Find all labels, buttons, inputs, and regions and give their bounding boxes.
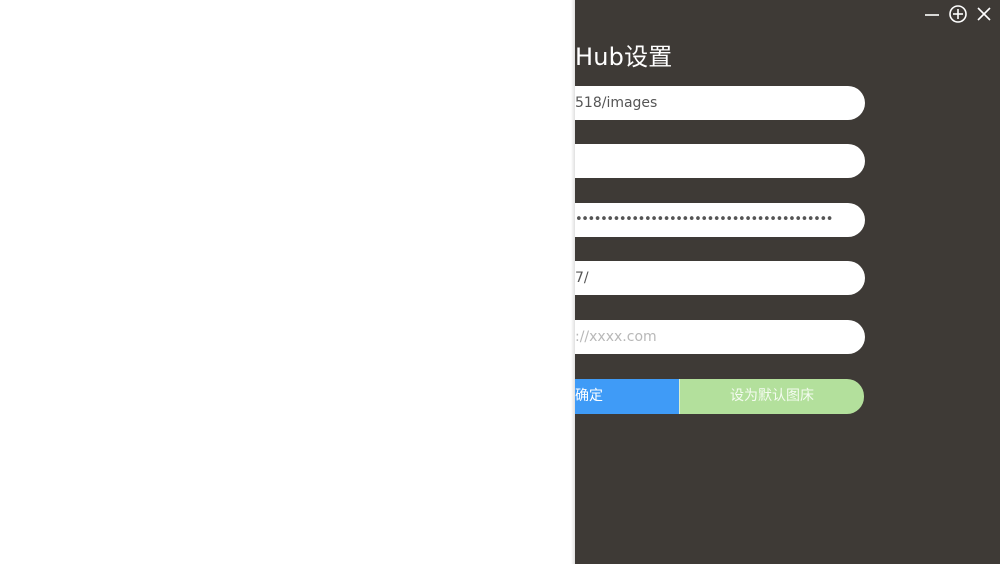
minimize-button[interactable] (922, 4, 942, 24)
token-masked-value: ••••••••••••••••••••••••••••••••••••••••… (575, 212, 833, 227)
path-field[interactable] (575, 261, 865, 295)
custom-domain-field[interactable] (575, 320, 865, 354)
path-input[interactable] (575, 261, 865, 295)
repo-path-input[interactable] (575, 86, 865, 120)
token-field[interactable]: ••••••••••••••••••••••••••••••••••••••••… (575, 203, 865, 237)
custom-domain-input[interactable] (575, 320, 865, 354)
branch-input[interactable] (575, 144, 865, 178)
circle-plus-icon (949, 5, 967, 23)
action-buttons: 确定 设为默认图床 (575, 379, 864, 414)
blank-area (0, 0, 575, 564)
minimize-icon (925, 14, 939, 16)
close-icon (977, 7, 991, 21)
maximize-button[interactable] (948, 4, 968, 24)
window-controls (922, 4, 994, 24)
page-title: Hub设置 (575, 43, 673, 71)
settings-panel: Hub设置 ••••••••••••••••••••••••••••••••••… (575, 0, 1000, 564)
close-button[interactable] (974, 4, 994, 24)
branch-field[interactable] (575, 144, 865, 178)
set-default-button[interactable]: 设为默认图床 (679, 379, 864, 414)
confirm-button[interactable]: 确定 (575, 379, 679, 414)
app-window: Hub设置 ••••••••••••••••••••••••••••••••••… (0, 0, 1000, 564)
repo-path-field[interactable] (575, 86, 865, 120)
